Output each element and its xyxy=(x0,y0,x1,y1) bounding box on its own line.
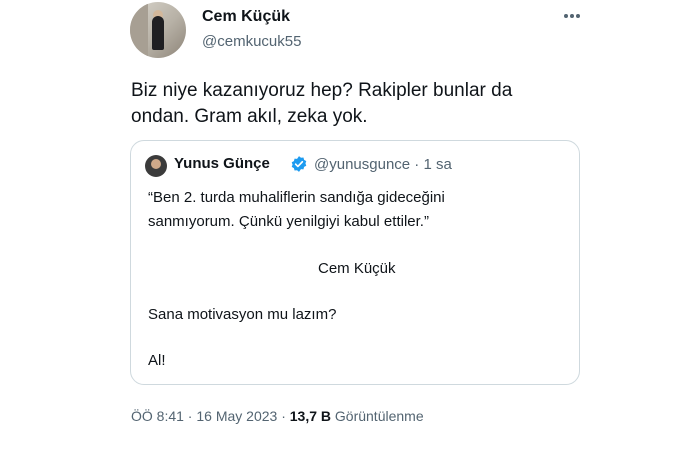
view-count: 13,7 B xyxy=(289,408,331,424)
more-horizontal-icon[interactable] xyxy=(561,6,583,26)
right-gutter xyxy=(601,0,690,450)
tweet-text-line-2: ondan. Gram akıl, zeka yok. xyxy=(131,106,368,127)
tweet-footer: ÖÖ 8:41 · 16 May 2023 · 13,7 B Görüntüle… xyxy=(131,408,424,424)
quoted-text-line-2: sanmıyorum. Çünkü yenilgiyi kabul ettile… xyxy=(148,213,429,230)
quoted-author-avatar[interactable] xyxy=(145,155,167,177)
tweet-timestamp[interactable]: ÖÖ 8:41 · 16 May 2023 · xyxy=(131,408,290,424)
tweet-text-line-1: Biz niye kazanıyoruz hep? Rakipler bunla… xyxy=(131,80,513,101)
quoted-author-meta[interactable]: @yunusgunce · 1 sa xyxy=(314,156,452,173)
verified-badge-icon xyxy=(291,156,307,172)
quoted-avatar-face xyxy=(151,159,161,169)
quoted-author-name[interactable]: Yunus Günçe xyxy=(174,155,270,172)
author-name[interactable]: Cem Küçük xyxy=(202,8,290,26)
quoted-text-line-1: “Ben 2. turda muhaliflerin sandığa gidec… xyxy=(148,189,445,206)
author-handle[interactable]: @cemkucuk55 xyxy=(202,33,301,50)
quoted-text-line-4: Sana motivasyon mu lazım? xyxy=(148,306,337,323)
tweet-text: Biz niye kazanıyoruz hep? Rakipler bunla… xyxy=(131,78,571,130)
quoted-tweet[interactable]: Yunus Günçe @yunusgunce · 1 sa “Ben 2. t… xyxy=(130,140,580,385)
avatar-figure xyxy=(152,16,164,50)
avatar-background xyxy=(130,2,148,58)
quoted-text-line-5: Al! xyxy=(148,352,166,369)
author-avatar[interactable] xyxy=(130,2,186,58)
quoted-text-line-3: Cem Küçük xyxy=(318,260,396,277)
view-count-label: Görüntülenme xyxy=(331,408,424,424)
